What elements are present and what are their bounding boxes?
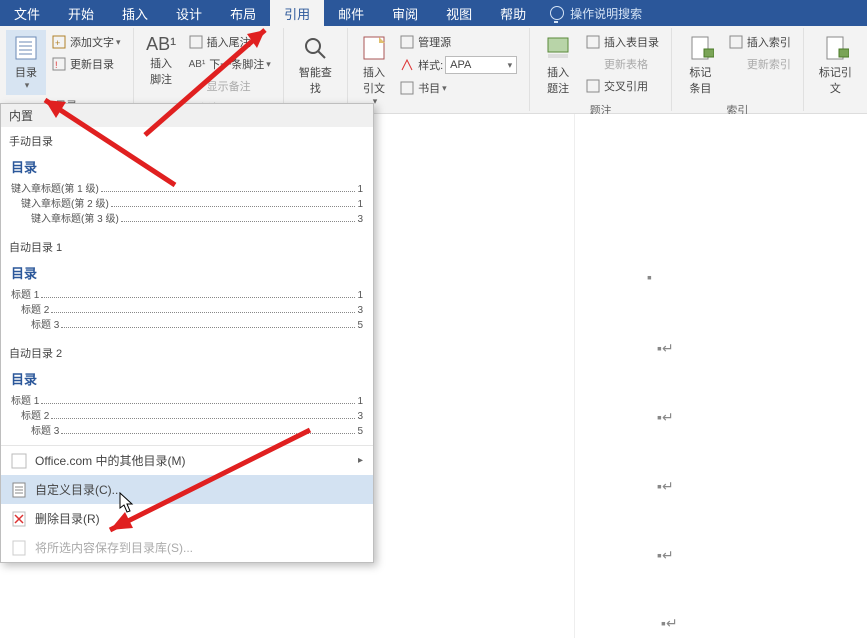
cross-reference-button[interactable]: 交叉引用 (584, 76, 661, 96)
toc-preview-auto1[interactable]: 目录 标题 11 标题 23 标题 35 (1, 257, 373, 339)
update-index-button[interactable]: 更新索引 (727, 54, 793, 74)
update-toc-button[interactable]: !更新目录 (50, 54, 123, 74)
update-index-icon (729, 57, 743, 71)
insert-figures-table-button[interactable]: 插入表目录 (584, 32, 661, 52)
para-return-mark: ▪↵ (657, 478, 674, 495)
magnify-icon (301, 34, 329, 62)
ribbon-group-index: 标记条目 插入索引 更新索引 索引 (672, 28, 804, 111)
caption-icon (544, 34, 572, 62)
bulb-icon (550, 6, 564, 20)
toc-button[interactable]: 目录 ▾ (6, 30, 46, 95)
manage-sources-button[interactable]: 管理源 (398, 32, 519, 52)
smart-lookup-button[interactable]: 智能查找 (290, 30, 341, 100)
custom-toc-icon (11, 482, 27, 498)
update-table-button[interactable]: 更新表格 (584, 54, 661, 74)
fig-table-icon (586, 35, 600, 49)
mark-entry-icon (686, 34, 714, 62)
toc-icon (12, 34, 40, 62)
office-icon (11, 453, 27, 469)
manage-icon (400, 35, 414, 49)
mark-citation-button[interactable]: 标记引文 (810, 30, 861, 100)
chevron-down-icon: ▾ (25, 80, 30, 91)
style-select-row: 样式: APA▾ (398, 54, 519, 76)
insert-citation-button[interactable]: 插入引文 ▾ (354, 30, 394, 111)
toc-section-auto1: 自动目录 1 (1, 233, 373, 257)
index-icon (729, 35, 743, 49)
mark-cit-icon (821, 34, 849, 62)
chevron-right-icon: ▸ (358, 455, 363, 466)
insert-caption-button[interactable]: 插入题注 (536, 30, 580, 100)
para-return-mark: ▪↵ (657, 409, 674, 426)
svg-text:!: ! (55, 60, 58, 70)
arrow-to-custom-toc (95, 420, 315, 540)
ribbon-group-research: 智能查找 (284, 28, 348, 111)
para-return-mark: ▪↵ (657, 547, 674, 564)
style-icon (400, 58, 414, 72)
para-return-mark: ▪↵ (657, 340, 674, 357)
arrow-to-toc-button (30, 90, 180, 190)
menu-home[interactable]: 开始 (54, 0, 108, 26)
ribbon-group-authorities: 标记引文 (804, 28, 867, 111)
menu-view[interactable]: 视图 (432, 0, 486, 26)
menu-mailings[interactable]: 邮件 (324, 0, 378, 26)
biblio-icon (400, 81, 414, 95)
document-page[interactable]: ▪ ▪↵ ▪↵ ▪↵ ▪↵ ▪↵ (574, 114, 867, 638)
save-gallery-icon (11, 540, 27, 556)
tell-me-label: 操作说明搜索 (570, 5, 642, 22)
menu-review[interactable]: 审阅 (378, 0, 432, 26)
mark-entry-button[interactable]: 标记条目 (678, 30, 723, 100)
toc-button-label: 目录 (15, 64, 37, 80)
document-area: ▪ ▪↵ ▪↵ ▪↵ ▪↵ ▪↵ (374, 114, 867, 638)
toc-section-auto2: 自动目录 2 (1, 339, 373, 363)
tell-me-search[interactable]: 操作说明搜索 (540, 0, 652, 26)
update-icon: ! (52, 57, 66, 71)
para-return-mark: ▪↵ (661, 615, 678, 632)
menubar: 文件 开始 插入 设计 布局 引用 邮件 审阅 视图 帮助 操作说明搜索 (0, 0, 867, 26)
remove-icon (11, 511, 27, 527)
ribbon-group-captions: 插入题注 插入表目录 更新表格 交叉引用 题注 (530, 28, 672, 111)
style-select[interactable]: APA▾ (445, 56, 517, 74)
svg-text:+: + (55, 38, 60, 48)
add-text-icon: + (52, 35, 66, 49)
crossref-icon (586, 79, 600, 93)
menu-help[interactable]: 帮助 (486, 0, 540, 26)
menu-file[interactable]: 文件 (0, 0, 54, 26)
update-table-icon (586, 57, 600, 71)
para-mark: ▪ (647, 269, 652, 285)
ribbon-group-citations: 插入引文 ▾ 管理源 样式: APA▾ 书目▾ 引文与书目 (348, 28, 530, 111)
bibliography-button[interactable]: 书目▾ (398, 78, 519, 98)
citation-icon (360, 34, 388, 62)
insert-index-button[interactable]: 插入索引 (727, 32, 793, 52)
add-text-button[interactable]: +添加文字▾ (50, 32, 123, 52)
